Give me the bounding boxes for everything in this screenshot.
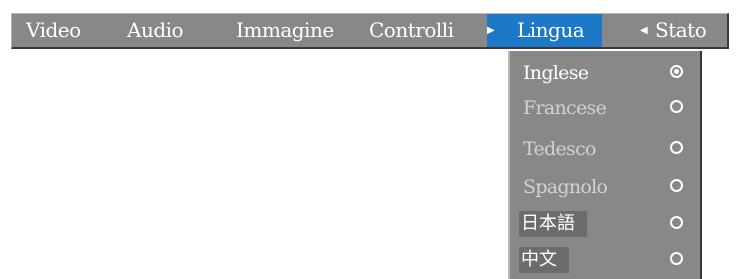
- language-option-label: 日本語: [519, 211, 587, 237]
- radio-unchecked-icon[interactable]: [670, 179, 683, 192]
- language-option-label: Tedesco: [523, 138, 596, 160]
- language-option-inglese[interactable]: Inglese: [510, 57, 700, 89]
- language-option-francese[interactable]: Francese: [510, 92, 700, 124]
- language-option-tedesco[interactable]: Tedesco: [510, 133, 700, 165]
- language-option-label: 中文: [519, 247, 569, 273]
- language-option-label: Francese: [523, 97, 607, 119]
- menu-item-video[interactable]: Video: [26, 14, 81, 47]
- radio-unchecked-icon[interactable]: [670, 141, 683, 154]
- menu-item-stato[interactable]: Stato: [655, 14, 707, 47]
- language-option-japanese[interactable]: 日本語: [510, 208, 700, 240]
- radio-unchecked-icon[interactable]: [670, 216, 683, 229]
- menu-item-controlli[interactable]: Controlli: [369, 14, 454, 47]
- language-option-label: Spagnolo: [523, 176, 608, 198]
- triangle-left-icon: ◀: [640, 25, 648, 36]
- menu-item-immagine[interactable]: Immagine: [236, 14, 334, 47]
- language-dropdown: Inglese Francese Tedesco Spagnolo 日本語 中文: [508, 51, 702, 279]
- triangle-right-icon: ▶: [487, 25, 495, 36]
- menu-item-lingua-label: Lingua: [517, 18, 585, 42]
- radio-checked-icon[interactable]: [670, 65, 683, 78]
- radio-unchecked-icon[interactable]: [670, 252, 683, 265]
- menu-bar: Video Audio Immagine Controlli Lingua ▶ …: [11, 13, 729, 49]
- language-option-spagnolo[interactable]: Spagnolo: [510, 171, 700, 203]
- menu-item-lingua[interactable]: Lingua: [487, 14, 603, 47]
- language-option-label: Inglese: [523, 62, 589, 84]
- radio-unchecked-icon[interactable]: [670, 100, 683, 113]
- menu-item-audio[interactable]: Audio: [127, 14, 184, 47]
- language-option-chinese[interactable]: 中文: [510, 244, 700, 276]
